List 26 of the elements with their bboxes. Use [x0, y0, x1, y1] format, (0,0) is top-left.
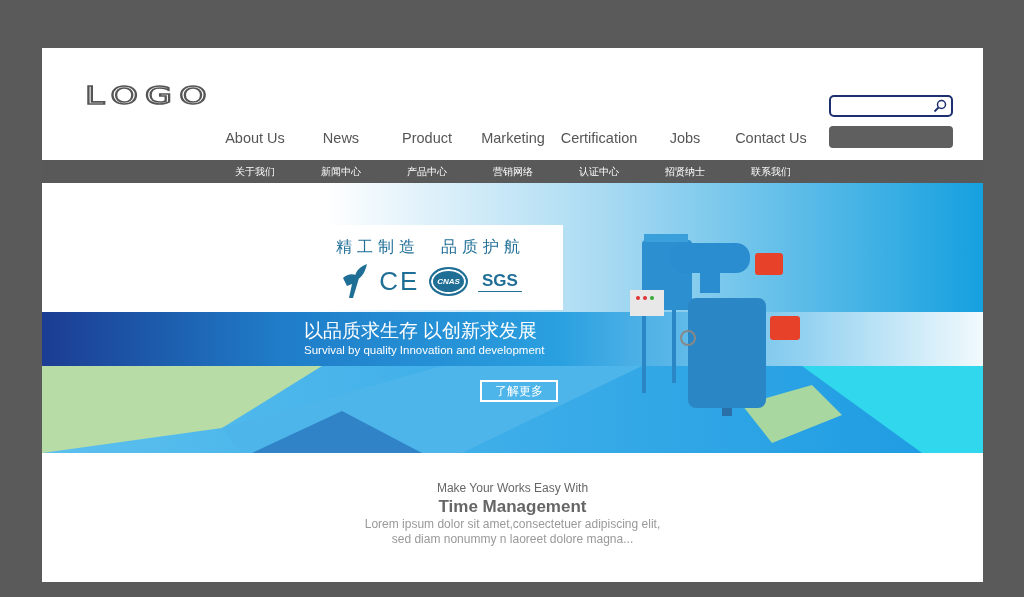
nav-link[interactable]: Certification	[556, 128, 642, 148]
cert-mark: CE	[379, 265, 420, 297]
banner-subheadline: Survival by quality Innovation and development	[304, 343, 546, 358]
banner-headline: 以品质求生存 以创新求发展	[304, 320, 539, 342]
search-field[interactable]	[829, 95, 953, 117]
nav-subtitle-link[interactable]: 新闻中心	[298, 164, 384, 179]
nav-subtitle-link[interactable]: 关于我们	[212, 164, 298, 179]
nav-subtitle-link[interactable]: 营销网络	[470, 164, 556, 179]
intro-title: Time Management	[438, 496, 587, 517]
cert-mark: SGS	[477, 270, 522, 292]
nav-subtitle-link[interactable]: 产品中心	[384, 164, 470, 179]
nav-link[interactable]: About Us	[212, 128, 298, 148]
nav-link[interactable]: Contact Us	[728, 128, 814, 148]
slogan: 精工制造 品质护航	[336, 237, 525, 257]
nav-subtitle-link[interactable]: 联系我们	[728, 164, 814, 179]
nav-link[interactable]: Product	[384, 128, 470, 148]
cert-mark: CNAS	[429, 266, 468, 296]
nav-subtitle-link[interactable]: 认证中心	[556, 164, 642, 179]
nav-link[interactable]: Jobs	[642, 128, 728, 148]
logo: LOGO	[85, 84, 214, 108]
nav-subtitle-link[interactable]: 招贤纳士	[642, 164, 728, 179]
nav-link[interactable]: Marketing	[470, 128, 556, 148]
nav-link[interactable]: News	[298, 128, 384, 148]
intro-kicker: Make Your Works Easy With	[436, 480, 589, 496]
intro-body: Lorem ipsum dolor sit amet,consectetuer adipiscing elit, sed diam nonummy n laoreet dolore magna...	[364, 517, 661, 547]
search-icon	[933, 99, 947, 113]
